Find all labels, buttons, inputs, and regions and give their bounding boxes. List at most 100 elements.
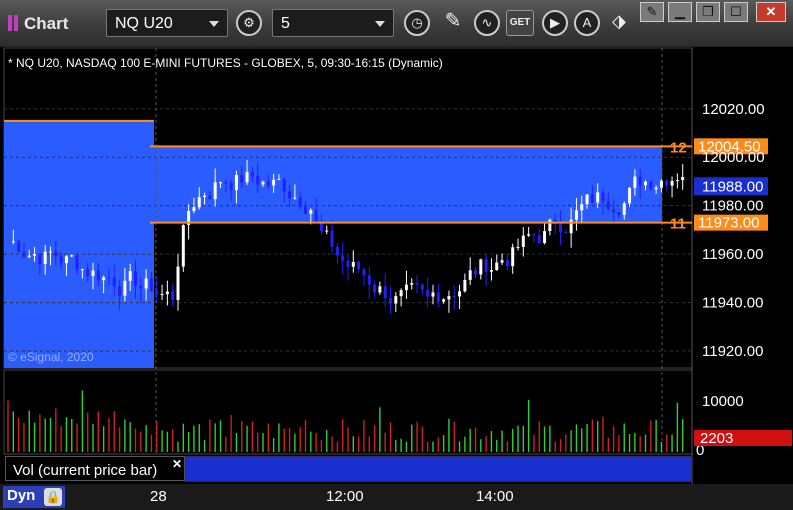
price-axis-label: 12020.00 [702, 101, 765, 118]
time-label-1200: 12:00 [326, 488, 364, 505]
candle-body [659, 180, 663, 188]
candle-body [357, 261, 361, 270]
candle-body [644, 181, 647, 186]
candle-body [394, 296, 398, 304]
candle-body [628, 187, 632, 204]
candle-body [442, 299, 446, 302]
candle-body [505, 260, 509, 267]
candle-body [399, 290, 403, 297]
candle-body [181, 224, 185, 267]
candle-body [155, 291, 159, 295]
candle-body [134, 271, 137, 287]
candle-body [675, 180, 679, 182]
candle-body [447, 296, 451, 300]
candle-body [362, 269, 366, 276]
candle-body [144, 278, 148, 289]
candle-body [176, 266, 180, 301]
level-label: 11973.00 [698, 215, 759, 232]
candle-body [86, 269, 90, 277]
candle-body [234, 174, 238, 191]
candle-body [229, 182, 233, 191]
candle-body [612, 209, 616, 213]
candle-body [96, 270, 100, 281]
candle-body [474, 270, 477, 275]
candle-body [309, 210, 313, 214]
time-label-28: 28 [150, 488, 167, 505]
candle-body [590, 194, 594, 203]
candle-body [670, 180, 674, 186]
candle-body [622, 203, 626, 215]
candle-body [282, 179, 286, 192]
candle-body [272, 179, 276, 186]
candle-body [532, 234, 536, 236]
candle-body [346, 260, 350, 267]
candle-body [511, 247, 515, 267]
candle-body [139, 286, 143, 289]
candle-body [378, 286, 382, 293]
candle-body [463, 279, 467, 292]
candle-body [91, 270, 95, 277]
candle-body [22, 252, 26, 257]
candle-body [213, 182, 217, 200]
candle-body [335, 246, 339, 256]
candle-body [585, 194, 589, 205]
candle-body [250, 171, 254, 176]
candle-body [240, 174, 244, 183]
candle-body [436, 292, 440, 302]
candle-body [59, 256, 63, 264]
candle-body [38, 254, 42, 265]
candle-body [516, 246, 520, 248]
price-axis-label: 11920.00 [702, 343, 763, 360]
candle-body [11, 241, 15, 243]
candle-body [521, 235, 525, 247]
watermark: © eSignal, 2020 [8, 350, 94, 364]
candle-body [638, 176, 642, 186]
candle-body [330, 230, 334, 247]
candle-body [601, 192, 605, 202]
candle-body [548, 219, 552, 232]
candle-body [484, 259, 488, 272]
candle-body [580, 204, 584, 211]
candle-body [70, 255, 74, 257]
candle-body [118, 286, 122, 296]
candle-body [389, 298, 392, 304]
candle-body [261, 181, 265, 185]
candle-body [537, 235, 541, 244]
level-left-label: 11 [670, 216, 686, 233]
candle-body [404, 284, 408, 291]
candle-body [633, 176, 637, 188]
candle-body [49, 251, 52, 253]
candle-body [165, 291, 169, 295]
price-axis-label: 11940.00 [702, 295, 763, 312]
candle-body [543, 231, 547, 244]
price-axis-label: 11980.00 [702, 198, 763, 215]
candle-body [458, 291, 462, 297]
level-left-label: 12 [670, 139, 687, 156]
candle-body [527, 234, 531, 236]
candle-body [224, 182, 228, 184]
candle-body [245, 171, 249, 183]
candle-body [564, 232, 568, 234]
candle-body [617, 212, 621, 215]
candle-body [80, 269, 84, 271]
candle-body [468, 270, 472, 280]
candle-body [606, 201, 610, 210]
candle-body [288, 191, 292, 199]
candle-body [681, 177, 685, 181]
close-icon[interactable]: ✕ [172, 457, 182, 471]
candle-body [654, 187, 658, 190]
candle-body [171, 291, 175, 301]
candle-body [17, 241, 21, 253]
candle-body [649, 181, 653, 190]
candle-body [128, 271, 132, 281]
candle-body [596, 192, 600, 203]
candle-body [160, 294, 164, 296]
price-axis-label: 11960.00 [702, 246, 763, 263]
candle-body [665, 180, 669, 186]
price-chart[interactable]: 12004.501211973.001112020.0012000.001198… [0, 0, 793, 510]
lock-icon[interactable]: 🔒 [44, 488, 62, 506]
time-label-1400: 14:00 [476, 488, 514, 505]
last-price-label: 11988.00 [702, 178, 763, 195]
volume-study-label[interactable]: Vol (current price bar) [5, 456, 185, 481]
candle-body [325, 230, 329, 232]
